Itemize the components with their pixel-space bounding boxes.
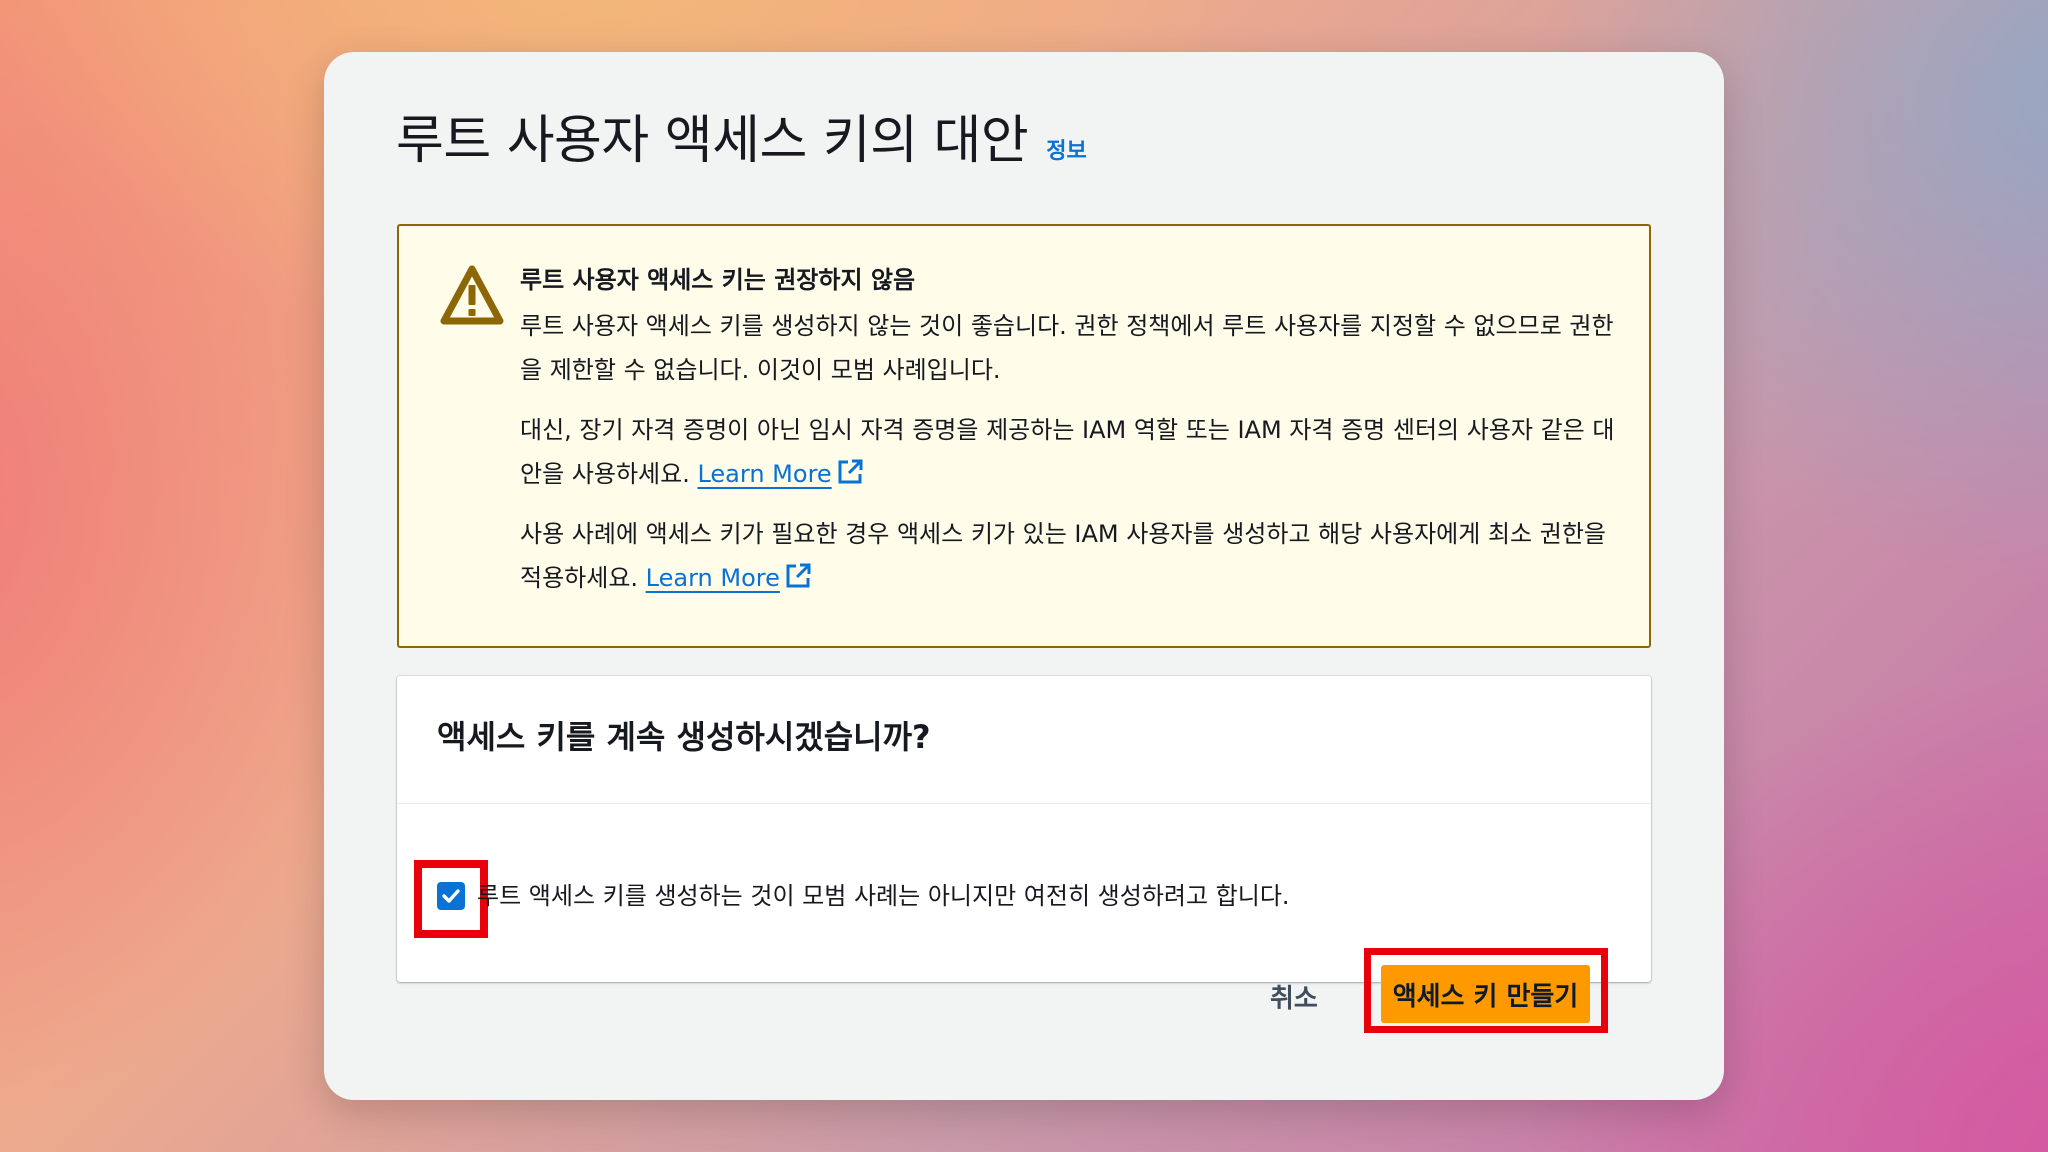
create-access-key-button[interactable]: 액세스 키 만들기 xyxy=(1381,965,1590,1023)
create-access-key-dialog: 루트 사용자 액세스 키의 대안 정보 루트 사용자 액세스 키는 권장하지 않… xyxy=(324,52,1724,1100)
warning-paragraph-2: 대신, 장기 자격 증명이 아닌 임시 자격 증명을 제공하는 IAM 역할 또… xyxy=(520,408,1630,496)
confirm-checkbox[interactable] xyxy=(437,882,465,910)
learn-more-link-iam-roles[interactable]: Learn More xyxy=(697,459,863,488)
learn-more-label: Learn More xyxy=(645,564,780,592)
checkmark-icon xyxy=(442,889,460,903)
confirmation-container: 액세스 키를 계속 생성하시겠습니까? 루트 액세스 키를 생성하는 것이 모범… xyxy=(397,676,1651,982)
confirm-checkbox-label[interactable]: 루트 액세스 키를 생성하는 것이 모범 사례는 아니지만 여전히 생성하려고 … xyxy=(477,876,1290,916)
warning-triangle-icon xyxy=(440,265,504,325)
confirm-checkbox-row: 루트 액세스 키를 생성하는 것이 모범 사례는 아니지만 여전히 생성하려고 … xyxy=(437,876,1290,916)
confirmation-header: 액세스 키를 계속 생성하시겠습니까? xyxy=(397,676,1651,804)
external-link-icon xyxy=(838,459,863,484)
warning-paragraph-1: 루트 사용자 액세스 키를 생성하지 않는 것이 좋습니다. 권한 정책에서 루… xyxy=(520,304,1630,392)
title-row: 루트 사용자 액세스 키의 대안 정보 xyxy=(396,110,1087,172)
confirmation-title: 액세스 키를 계속 생성하시겠습니까? xyxy=(437,718,931,756)
warning-alert: 루트 사용자 액세스 키는 권장하지 않음 루트 사용자 액세스 키를 생성하지… xyxy=(397,224,1651,648)
external-link-icon xyxy=(786,563,811,588)
learn-more-link-iam-users[interactable]: Learn More xyxy=(645,563,812,592)
cancel-button[interactable]: 취소 xyxy=(1270,978,1318,1020)
warning-paragraph-3: 사용 사례에 액세스 키가 필요한 경우 액세스 키가 있는 IAM 사용자를 … xyxy=(520,512,1630,600)
info-link[interactable]: 정보 xyxy=(1046,133,1086,165)
warning-content: 루트 사용자 액세스 키는 권장하지 않음 루트 사용자 액세스 키를 생성하지… xyxy=(520,260,1630,616)
warning-paragraph-2-text: 대신, 장기 자격 증명이 아닌 임시 자격 증명을 제공하는 IAM 역할 또… xyxy=(520,416,1615,488)
warning-heading: 루트 사용자 액세스 키는 권장하지 않음 xyxy=(520,266,916,294)
learn-more-label: Learn More xyxy=(697,460,832,488)
warning-paragraph-1-text: 루트 사용자 액세스 키를 생성하지 않는 것이 좋습니다. 권한 정책에서 루… xyxy=(520,312,1614,384)
page-title: 루트 사용자 액세스 키의 대안 xyxy=(396,111,1029,171)
